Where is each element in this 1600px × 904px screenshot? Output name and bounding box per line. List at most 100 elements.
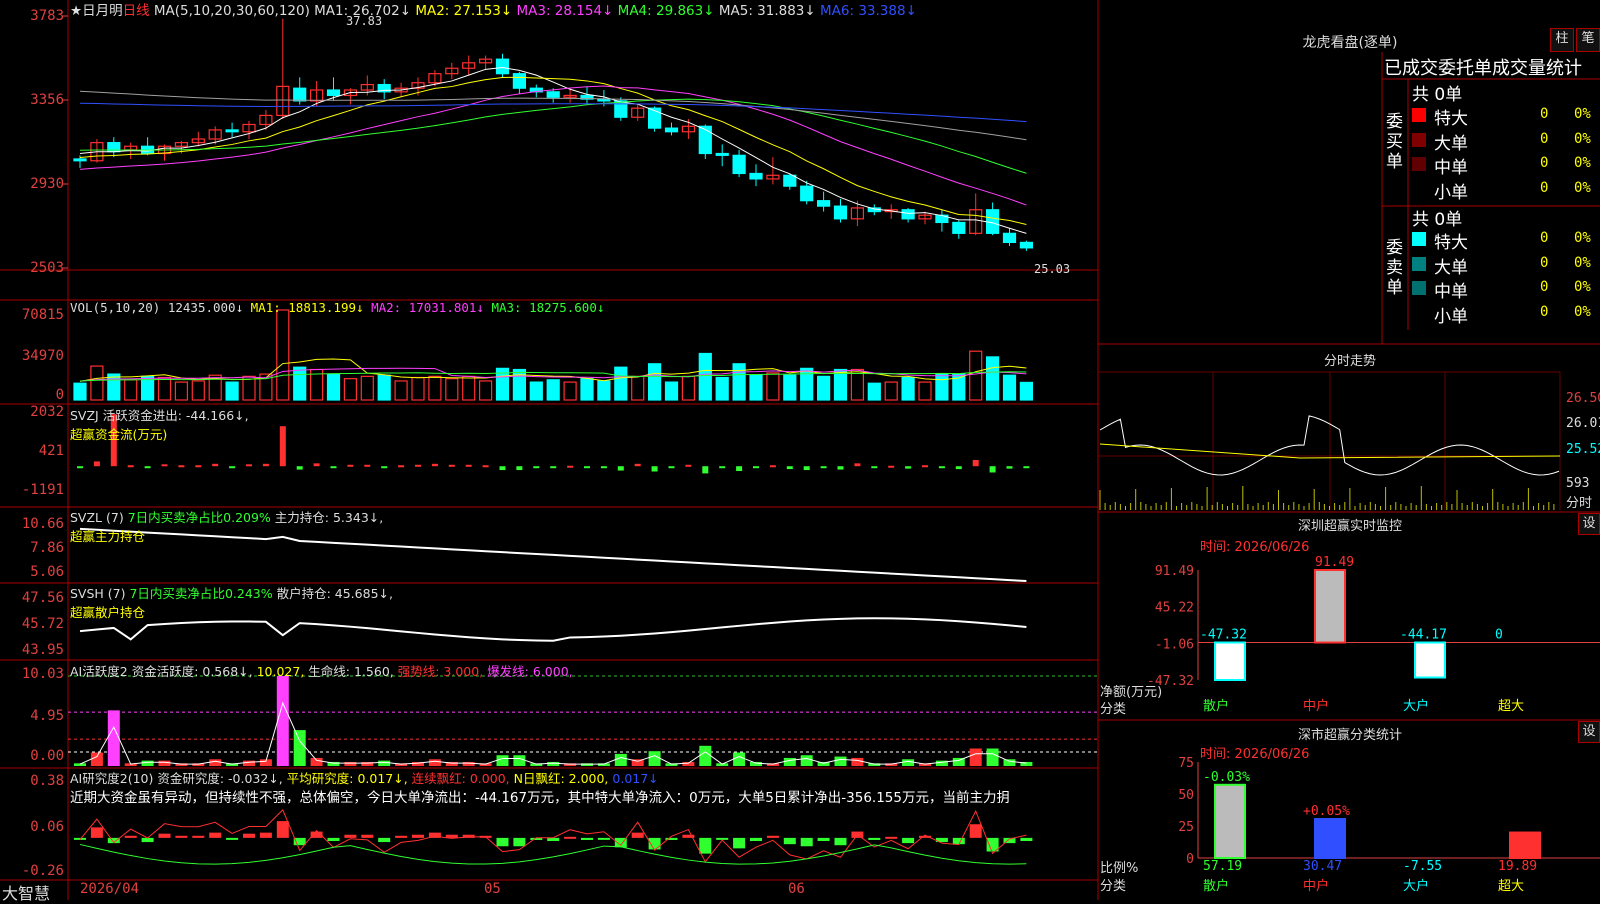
sz-class-settings-button[interactable]: 设 (1578, 721, 1600, 743)
sell-row-count: 0 (1540, 230, 1549, 246)
research-bar (800, 837, 813, 847)
fund-flow-bar (871, 466, 878, 469)
volume-bar (867, 382, 881, 401)
period-label[interactable]: 日线 (123, 3, 150, 19)
fund-flow-bar (888, 465, 895, 468)
buy-row-percent: 0% (1574, 130, 1591, 147)
volume-bar (479, 380, 493, 401)
svzl-label: SVZL (7) (70, 510, 124, 525)
volume-bar (783, 374, 797, 401)
class-category: 中户 (1303, 878, 1329, 894)
vol-tick-0: 70815 (21, 307, 64, 323)
sz-class-xlabel: 分类 (1100, 879, 1127, 894)
candle-body (225, 129, 239, 133)
ai2-t1: 资金活跃度: 0.568↓, (131, 664, 253, 679)
fund-flow-bar (1006, 466, 1013, 469)
class-top-label: +0.05% (1303, 804, 1350, 819)
fund-flow-bar (651, 466, 658, 472)
fund-flow-bar (955, 466, 962, 470)
sell-row-swatch (1412, 256, 1426, 271)
stock-label[interactable]: ★日月明 (70, 3, 123, 19)
class-category: 大户 (1403, 878, 1429, 894)
volume-bar (985, 356, 1000, 401)
fund-flow-bar (550, 466, 557, 469)
buy-row-swatch (1412, 132, 1426, 147)
research-header: AI研究度2(10) 资金研究度: -0.032↓, 平均研究度: 0.017↓… (70, 768, 659, 787)
activity-bar (1003, 759, 1016, 766)
research-bar (412, 834, 424, 838)
chart-canvas[interactable]: 91.4945.22-1.06-47.32-47.32散户91.49中户-44.… (0, 0, 1600, 900)
fund-flow-bar (499, 466, 506, 471)
volume-bar (969, 350, 983, 401)
volume-bar (816, 375, 831, 401)
monitor-value: 91.49 (1315, 555, 1354, 570)
volume-bar (614, 366, 628, 401)
buy-row-percent: 0% (1574, 155, 1591, 171)
buy-total: 共 0单 (1412, 85, 1463, 105)
sz-monitor-settings-button[interactable]: 设 (1578, 513, 1600, 535)
volume-bar (90, 365, 104, 401)
monitor-tick: 91.49 (1155, 564, 1194, 579)
research-t1: 资金研究度: -0.032↓, (157, 771, 283, 786)
volume-bar (529, 381, 543, 401)
research-bar (513, 837, 526, 847)
ai2-header: AI活跃度2 资金活跃度: 0.568↓, 10.027, 生命线: 1.560… (70, 661, 573, 680)
volume-bar (698, 352, 712, 401)
activity-bar (378, 760, 391, 766)
ai2-tick-1: 4.95 (30, 708, 64, 724)
ma-line-4 (79, 98, 1027, 174)
fund-flow-bar (922, 465, 928, 468)
svzl-text1: 7日内买卖净占比0.209% (127, 510, 271, 525)
volume-bar (850, 368, 865, 401)
fund-flow-bar (938, 466, 945, 469)
ai2-t2: 10.027, (256, 664, 305, 679)
ma6-label: MA6: 33.388↓ (820, 3, 917, 19)
volume-bar (901, 376, 915, 401)
fund-flow-bar (482, 465, 489, 468)
research-bar (817, 837, 830, 842)
fund-flow-bar (685, 464, 692, 467)
activity-bar (800, 755, 813, 766)
volume-bar (546, 379, 560, 401)
vol-tick-2: 0 (55, 387, 64, 403)
monitor-tick: 45.22 (1155, 601, 1194, 616)
buy-row-count: 0 (1540, 155, 1549, 171)
fund-flow-bar (279, 426, 286, 467)
volume-bar (293, 366, 307, 401)
monitor-value: 0 (1495, 628, 1503, 643)
fund-flow-bar (769, 465, 776, 468)
activity-bar (699, 745, 712, 766)
sell-row-percent: 0% (1574, 230, 1591, 246)
candle-body (715, 152, 729, 156)
buy-row-name: 大单 (1434, 133, 1468, 154)
volume-bar (191, 380, 205, 401)
volume-bar (597, 380, 611, 401)
research-bar (631, 832, 644, 838)
price-tick-3: 2503 (30, 260, 64, 276)
research-bar (868, 837, 881, 840)
candle-body (664, 127, 679, 133)
tick-mode-button[interactable]: 笔 (1576, 28, 1600, 52)
fund-flow-bar (786, 466, 793, 470)
sell-row-name: 特大 (1434, 233, 1468, 253)
bar-mode-button[interactable]: 柱 (1550, 28, 1574, 52)
svzj-sub: 超赢资金流(万元) (70, 427, 168, 442)
candle-body (1019, 241, 1034, 249)
candle-body (749, 172, 763, 180)
fund-flow-bar (634, 463, 641, 467)
volume-bar (157, 376, 172, 401)
candle-body (73, 158, 87, 162)
volume-bar (276, 309, 290, 401)
buy-side-label: 委买单 (1386, 112, 1403, 172)
candle-body (293, 87, 307, 102)
research-bar (733, 837, 746, 849)
date-tick-2: 06 (788, 881, 805, 897)
fund-flow-bar (246, 464, 252, 467)
volume-bar (445, 378, 459, 401)
fund-flow-bar (431, 463, 438, 467)
research-tick-2: -0.26 (21, 863, 64, 879)
research-bar (952, 837, 965, 845)
intraday-tick-2: 25.52 (1566, 442, 1600, 457)
volume-bar (681, 375, 696, 401)
date-tick-1: 05 (484, 881, 501, 897)
